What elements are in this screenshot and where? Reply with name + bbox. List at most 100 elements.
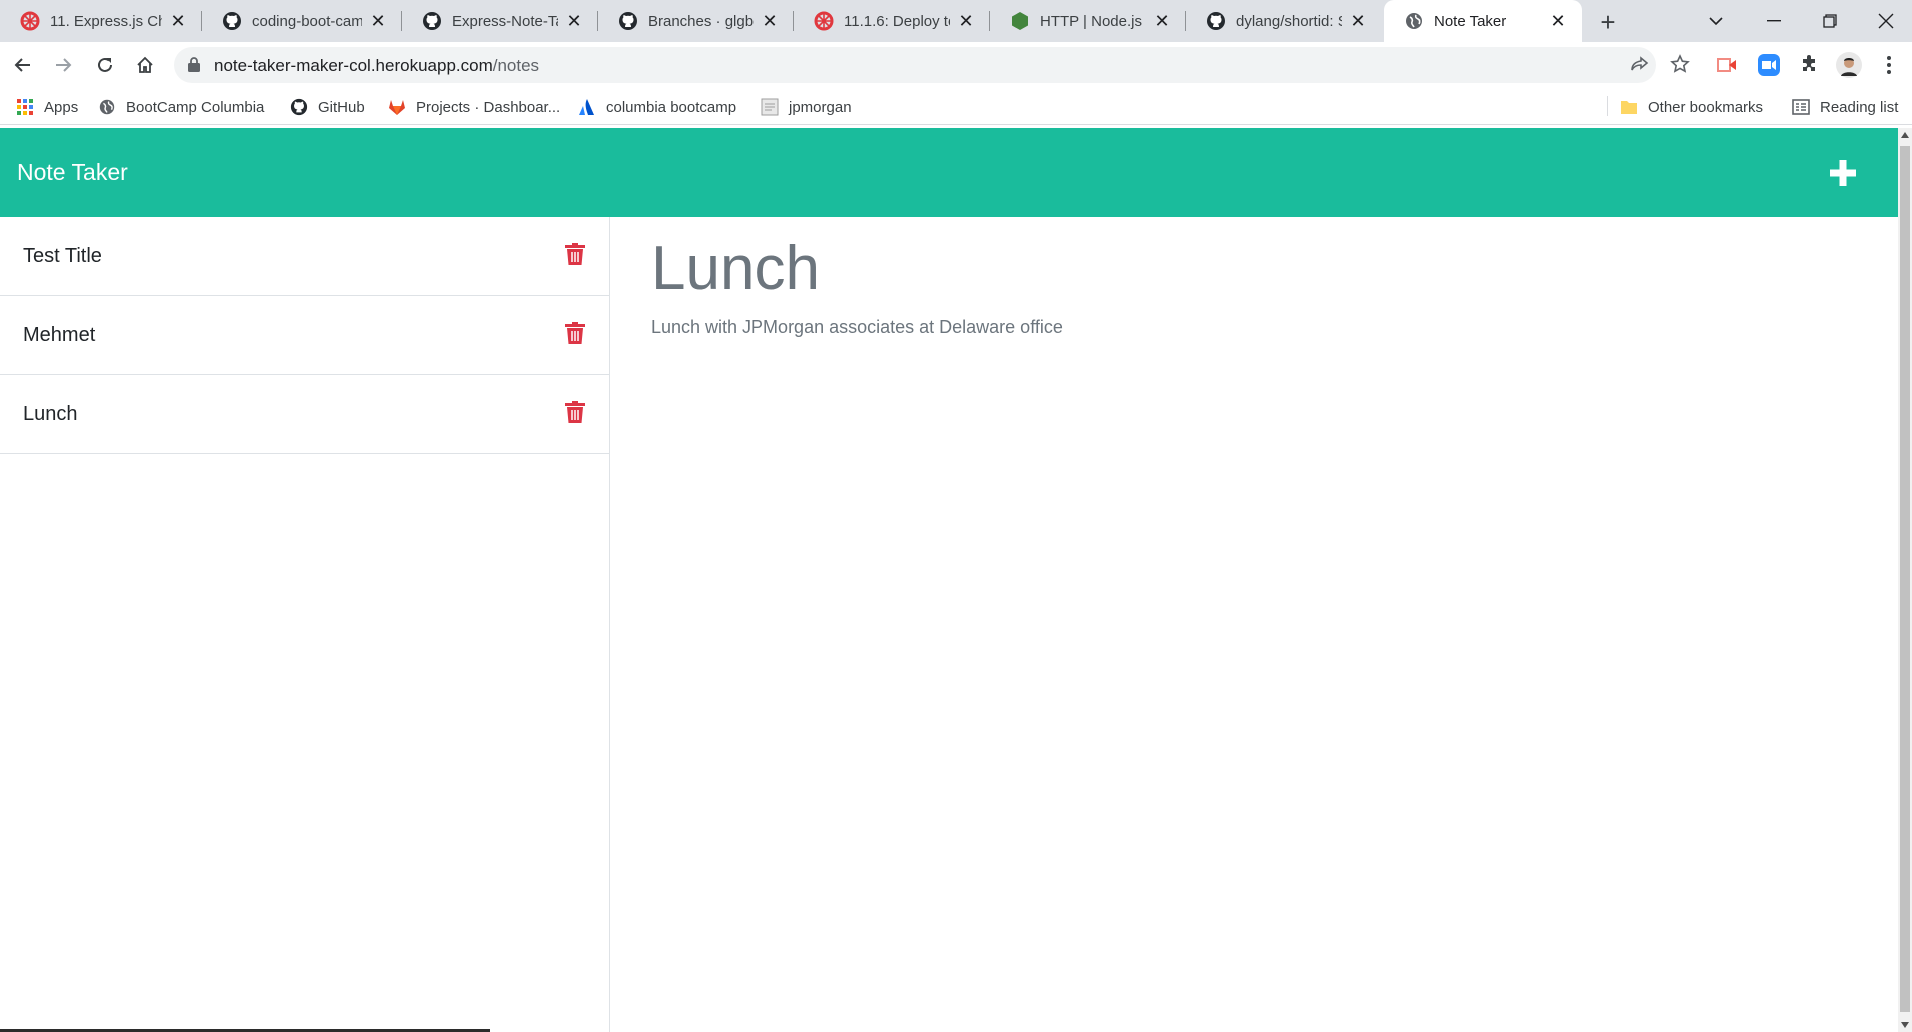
bookmark-label: Projects · Dashboar...	[416, 98, 561, 116]
bookmark-label: GitHub	[318, 98, 365, 116]
bookmarks-bar: Apps BootCamp Columbia GitHub Projects ·…	[0, 88, 1912, 125]
minimize-icon[interactable]	[1746, 0, 1802, 42]
new-tab-button[interactable]: +	[1594, 7, 1622, 37]
apps-grid-icon	[16, 98, 34, 116]
bookmark-star-icon[interactable]	[1670, 54, 1690, 74]
note-list: Test Title Mehmet Lunch	[0, 217, 610, 1032]
restore-icon[interactable]	[1802, 0, 1858, 42]
lock-icon[interactable]	[188, 57, 200, 77]
cast-extension-icon[interactable]	[1712, 50, 1742, 80]
new-note-button[interactable]	[1826, 156, 1860, 190]
close-tab-icon[interactable]: ✕	[956, 11, 976, 31]
note-text-area[interactable]	[651, 317, 1851, 338]
close-tab-icon[interactable]: ✕	[1348, 11, 1368, 31]
scroll-up-arrow-icon[interactable]	[1901, 132, 1909, 138]
bookmark-columbia-bootcamp[interactable]: columbia bootcamp	[578, 96, 736, 118]
tab-expressjs[interactable]: 11. Express.js Cha ✕	[0, 0, 202, 42]
app-title[interactable]: Note Taker	[17, 159, 128, 186]
close-tab-icon[interactable]: ✕	[368, 11, 388, 31]
tab-branches[interactable]: Branches · glgber ✕	[598, 0, 794, 42]
tab-deploy[interactable]: 11.1.6: Deploy to ✕	[794, 0, 990, 42]
tab-coding-boot-camp[interactable]: coding-boot-cam ✕	[202, 0, 402, 42]
github-icon	[222, 11, 242, 31]
note-list-title[interactable]: Lunch	[23, 403, 78, 426]
browser-toolbar: note-taker-maker-col.herokuapp.com/notes	[0, 42, 1912, 88]
reading-list[interactable]: Reading list	[1792, 96, 1898, 118]
note-title-input[interactable]	[651, 233, 1851, 304]
url-host: note-taker-maker-col.herokuapp.com	[214, 56, 493, 75]
plus-icon	[1830, 160, 1856, 186]
bookmark-bootcamp-columbia[interactable]: BootCamp Columbia	[98, 96, 264, 118]
bootcamp-icon	[814, 11, 834, 31]
bookmarks-divider	[1607, 96, 1608, 116]
delete-note-trash-icon[interactable]	[563, 242, 587, 266]
github-icon	[618, 11, 638, 31]
close-tab-icon[interactable]: ✕	[564, 11, 584, 31]
nodejs-icon	[1010, 11, 1030, 31]
reading-list-label: Reading list	[1820, 98, 1899, 116]
close-tab-icon[interactable]: ✕	[168, 11, 188, 31]
url-path: /notes	[492, 56, 540, 75]
bookmark-label: BootCamp Columbia	[126, 98, 265, 116]
scrollbar-thumb[interactable]	[1900, 146, 1910, 1012]
reload-icon[interactable]	[90, 50, 120, 80]
url-text: note-taker-maker-col.herokuapp.com/notes	[214, 56, 539, 76]
share-icon[interactable]	[1630, 55, 1650, 75]
app-header: Note Taker	[0, 128, 1898, 217]
bookmark-gitlab-projects[interactable]: Projects · Dashboar...	[388, 96, 560, 118]
tab-title: dylang/shortid: Sh	[1236, 12, 1342, 30]
profile-avatar[interactable]	[1834, 50, 1864, 80]
globe-icon	[98, 98, 116, 116]
note-list-item[interactable]: Test Title	[0, 217, 610, 296]
tab-express-note-taker[interactable]: Express-Note-Tak ✕	[402, 0, 598, 42]
page-scrollbar[interactable]	[1898, 128, 1912, 1032]
note-list-title[interactable]: Test Title	[23, 245, 102, 268]
close-tab-icon[interactable]: ✕	[1152, 11, 1172, 31]
bookmark-jpmorgan[interactable]: jpmorgan	[761, 96, 852, 118]
close-window-icon[interactable]	[1858, 0, 1912, 42]
tab-title: Branches · glgber	[648, 12, 754, 30]
github-icon	[290, 98, 308, 116]
scroll-down-arrow-icon[interactable]	[1901, 1022, 1909, 1028]
note-list-title[interactable]: Mehmet	[23, 324, 95, 347]
tab-title: 11.1.6: Deploy to	[844, 12, 950, 30]
tab-title: Express-Note-Tak	[452, 12, 558, 30]
gitlab-icon	[388, 98, 406, 116]
menu-kebab-icon[interactable]	[1874, 50, 1904, 80]
tab-title: coding-boot-cam	[252, 12, 362, 30]
bookmark-label: Apps	[44, 98, 79, 116]
bookmark-github[interactable]: GitHub	[290, 96, 365, 118]
globe-icon	[1404, 11, 1424, 31]
forward-arrow-icon[interactable]	[48, 50, 78, 80]
github-icon	[1206, 11, 1226, 31]
folder-icon	[1620, 98, 1638, 116]
close-tab-icon[interactable]: ✕	[760, 11, 780, 31]
close-tab-icon[interactable]: ✕	[1548, 11, 1568, 31]
note-list-item[interactable]: Mehmet	[0, 296, 610, 375]
note-editor	[611, 217, 1898, 1032]
tab-title: Note Taker	[1434, 12, 1507, 30]
bookmark-label: columbia bootcamp	[606, 98, 737, 116]
extensions-puzzle-icon[interactable]	[1794, 50, 1824, 80]
tab-title: 11. Express.js Cha	[50, 12, 162, 30]
page-viewport: Note Taker Test Title Mehmet Lunch	[0, 128, 1898, 1032]
other-bookmarks[interactable]: Other bookmarks	[1620, 96, 1763, 118]
delete-note-trash-icon[interactable]	[563, 321, 587, 345]
note-list-item[interactable]: Lunch	[0, 375, 610, 454]
back-arrow-icon[interactable]	[8, 50, 38, 80]
tab-title: HTTP | Node.js v1	[1040, 12, 1146, 30]
address-bar[interactable]: note-taker-maker-col.herokuapp.com/notes	[174, 47, 1656, 83]
tab-search-icon[interactable]	[1688, 0, 1744, 42]
bootcamp-icon	[20, 11, 40, 31]
page-icon	[761, 98, 779, 116]
atlassian-icon	[578, 98, 596, 116]
tab-http-nodejs[interactable]: HTTP | Node.js v1 ✕	[990, 0, 1186, 42]
home-icon[interactable]	[130, 50, 160, 80]
tab-note-taker[interactable]: Note Taker ✕	[1384, 0, 1582, 42]
bookmark-apps[interactable]: Apps	[16, 96, 78, 118]
tab-shortid[interactable]: dylang/shortid: Sh ✕	[1186, 0, 1382, 42]
delete-note-trash-icon[interactable]	[563, 400, 587, 424]
github-icon	[422, 11, 442, 31]
zoom-extension-icon[interactable]	[1754, 50, 1784, 80]
bookmark-label: jpmorgan	[789, 98, 852, 116]
